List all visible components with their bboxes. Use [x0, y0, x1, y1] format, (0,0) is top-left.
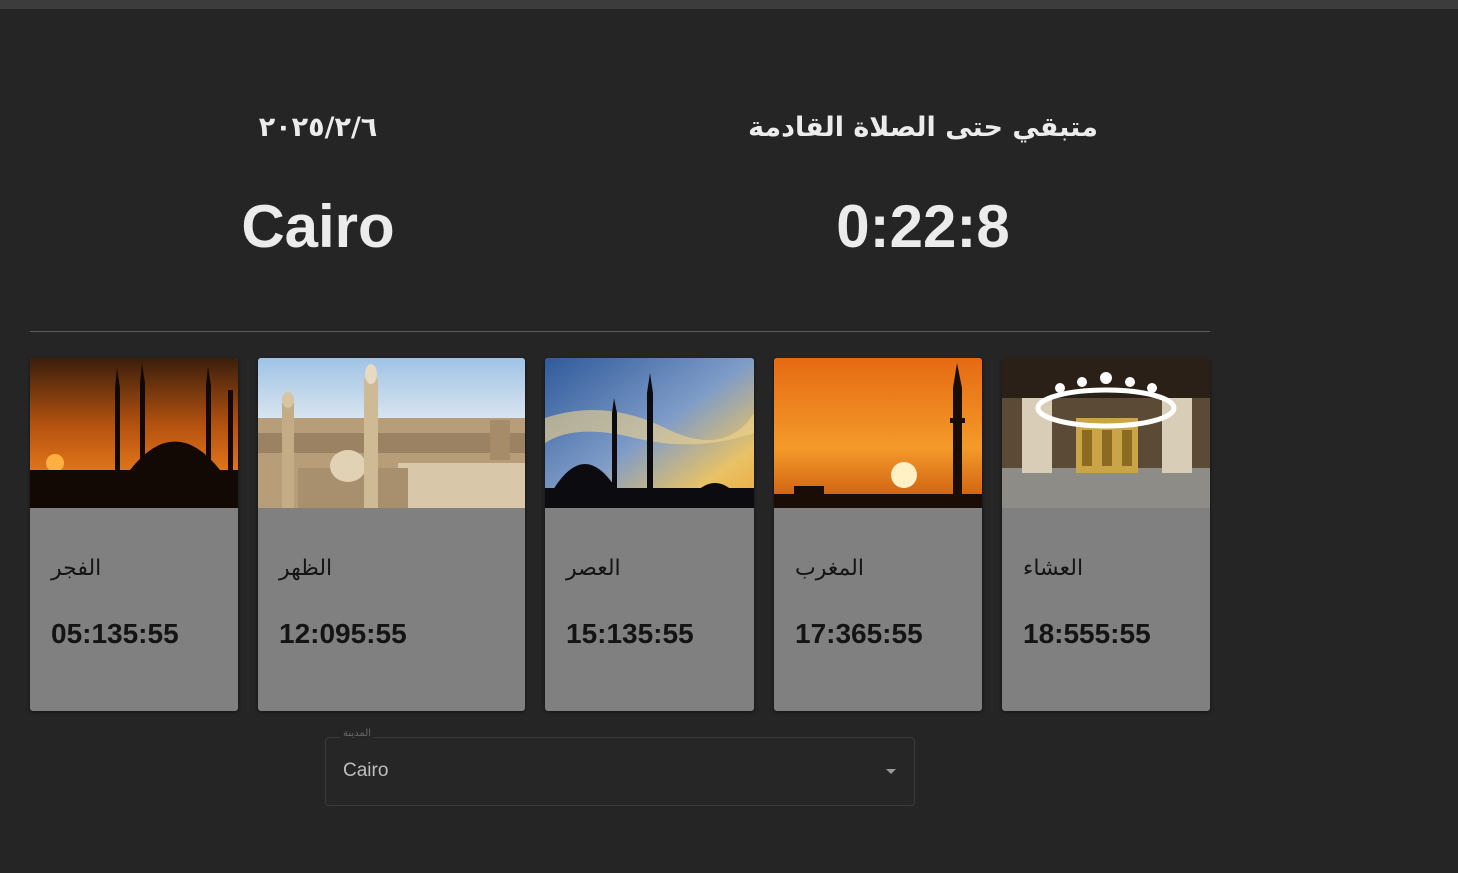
prayer-name: الفجر [51, 556, 102, 581]
prayer-time: 17:365:55 [795, 618, 923, 649]
prayer-name: العشاء [1023, 556, 1084, 581]
divider [30, 331, 1210, 332]
chevron-down-icon [886, 769, 896, 774]
city-select-label: المدينة [340, 728, 375, 739]
remaining-time-label: متبقي حتى الصلاة القادمة [748, 112, 1098, 143]
prayer-card-dhuhr[interactable]: الظهر 12:095:55 [258, 358, 525, 711]
city-select[interactable]: Cairo [325, 737, 915, 806]
maghrib-sunset-image [774, 358, 982, 508]
city-title: Cairo [241, 193, 395, 260]
city-select-value: Cairo [343, 760, 389, 781]
prayer-time: 15:135:55 [566, 618, 694, 649]
window-top-bar [0, 0, 1458, 9]
prayer-card-maghrib[interactable]: المغرب 17:365:55 [774, 358, 982, 711]
prayer-card-asr[interactable]: العصر 15:135:55 [545, 358, 754, 711]
asr-mosque-sky-image [545, 358, 754, 508]
dhuhr-mosque-courtyard-image [258, 358, 525, 508]
prayer-card-isha[interactable]: العشاء 18:555:55 [1002, 358, 1210, 711]
isha-mosque-interior-image [1002, 358, 1210, 508]
date-label: ٢٠٢٥/٢/٦ [258, 112, 378, 143]
countdown-timer: 0:22:8 [836, 193, 1010, 260]
prayer-name: الظهر [279, 556, 333, 581]
prayer-name: المغرب [795, 556, 864, 581]
prayer-name: العصر [566, 556, 621, 581]
prayer-time: 05:135:55 [51, 618, 179, 649]
prayer-time: 18:555:55 [1023, 618, 1151, 649]
prayer-time: 12:095:55 [279, 618, 407, 649]
prayer-card-fajr[interactable]: الفجر 05:135:55 [30, 358, 238, 711]
fajr-mosque-silhouette-image [30, 358, 238, 508]
